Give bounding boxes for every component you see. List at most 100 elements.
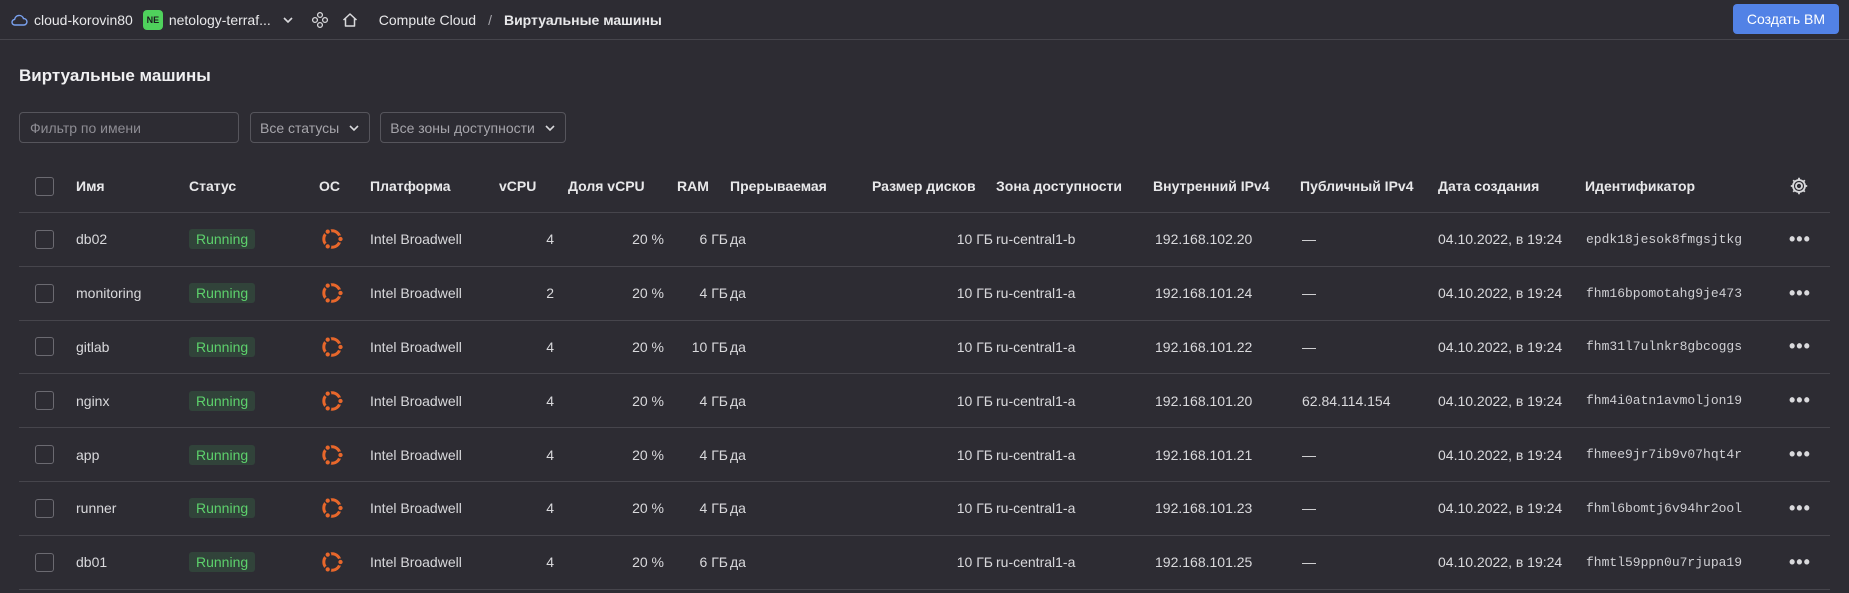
column-header-vcpu[interactable]: vCPU	[499, 160, 536, 212]
cell-public-ip: —	[1302, 446, 1316, 463]
table-row[interactable]: Running nginx Intel Broadwell 4 20 % 4 ГБ да 1…	[19, 374, 1830, 429]
cell-zone: ru-central1-a	[996, 392, 1076, 409]
status-filter-select[interactable]: Все статусы	[250, 112, 371, 143]
cell-disk-size: 10 ГБ	[956, 446, 993, 463]
select-all-cell	[35, 160, 54, 212]
cell-disk-size: 10 ГБ	[956, 338, 993, 355]
cell-disk-size: 10 ГБ	[956, 500, 993, 517]
row-select-cell	[35, 267, 54, 320]
cell-zone: ru-central1-a	[996, 500, 1076, 517]
row-actions-cell: •••	[1789, 267, 1811, 320]
ubuntu-icon	[322, 389, 345, 412]
cell-created: 04.10.2022, в 19:24	[1438, 500, 1563, 517]
home-icon[interactable]	[341, 11, 359, 29]
services-icon[interactable]	[311, 11, 329, 29]
more-actions-icon[interactable]: •••	[1789, 283, 1811, 304]
column-header-preemptible[interactable]: Прерываемая	[730, 160, 827, 212]
column-header-os[interactable]: ОС	[319, 160, 340, 212]
more-actions-icon[interactable]: •••	[1789, 229, 1811, 250]
row-checkbox[interactable]	[35, 391, 54, 411]
more-actions-icon[interactable]: •••	[1789, 552, 1811, 573]
page-title: Виртуальные машины	[19, 66, 211, 85]
column-header-public-ip[interactable]: Публичный IPv4	[1300, 160, 1413, 212]
row-checkbox[interactable]	[35, 283, 54, 303]
row-select-cell	[35, 374, 54, 427]
status-cell: Running	[189, 482, 256, 535]
cell-core-fraction: 20 %	[632, 231, 664, 248]
gear-icon[interactable]	[1789, 176, 1809, 196]
cell-ram: 4 ГБ	[699, 285, 728, 302]
row-actions-cell: •••	[1789, 482, 1811, 535]
chevron-down-icon[interactable]	[281, 13, 295, 27]
status-badge: Running	[189, 552, 256, 573]
breadcrumb-separator: /	[488, 11, 492, 28]
vm-table: Имя Статус ОС Платформа vCPU Доля vCPU R…	[19, 160, 1830, 590]
cell-ram: 4 ГБ	[699, 500, 728, 517]
breadcrumb-compute-cloud[interactable]: Compute Cloud	[379, 12, 476, 28]
cell-name[interactable]: nginx	[76, 374, 109, 427]
cell-name[interactable]: db02	[76, 213, 107, 266]
more-actions-icon[interactable]: •••	[1789, 498, 1811, 519]
cell-core-fraction: 20 %	[632, 392, 664, 409]
column-header-zone[interactable]: Зона доступности	[996, 160, 1122, 212]
table-row[interactable]: Running app Intel Broadwell 4 20 % 4 ГБ да 10 …	[19, 428, 1830, 482]
cell-name[interactable]: app	[76, 428, 99, 481]
status-cell: Running	[189, 374, 256, 427]
select-all-checkbox[interactable]	[35, 176, 54, 196]
row-actions-cell: •••	[1789, 428, 1811, 481]
column-header-status[interactable]: Статус	[189, 160, 236, 212]
zone-filter-select[interactable]: Все зоны доступности	[380, 112, 566, 143]
folder-selector[interactable]: netology-terraf...	[169, 12, 271, 28]
ubuntu-icon	[322, 443, 345, 466]
more-actions-icon[interactable]: •••	[1789, 336, 1811, 357]
cell-created: 04.10.2022, в 19:24	[1438, 231, 1563, 248]
column-header-disk-size[interactable]: Размер дисков	[872, 160, 976, 212]
table-row[interactable]: Running db02 Intel Broadwell 4 20 % 6 ГБ да 10…	[19, 213, 1830, 267]
row-select-cell	[35, 213, 54, 266]
column-header-internal-ip[interactable]: Внутренний IPv4	[1153, 160, 1270, 212]
row-checkbox[interactable]	[35, 229, 54, 249]
row-checkbox[interactable]	[35, 498, 54, 518]
column-header-name[interactable]: Имя	[76, 160, 105, 212]
table-row[interactable]: Running runner Intel Broadwell 4 20 % 4 ГБ да…	[19, 482, 1830, 536]
cell-ram: 10 ГБ	[691, 338, 728, 355]
cell-name[interactable]: runner	[76, 482, 116, 535]
cell-platform: Intel Broadwell	[370, 392, 462, 409]
column-header-id[interactable]: Идентификатор	[1585, 160, 1695, 212]
cell-disk-size: 10 ГБ	[956, 285, 993, 302]
cell-vcpu: 4	[546, 231, 554, 248]
table-row[interactable]: Running gitlab Intel Broadwell 4 20 % 10 ГБ д…	[19, 321, 1830, 375]
cloud-selector[interactable]: cloud-korovin80	[34, 12, 133, 28]
column-header-ram[interactable]: RAM	[677, 160, 709, 212]
os-cell	[318, 428, 346, 481]
os-cell	[318, 482, 346, 535]
create-vm-button[interactable]: Создать ВМ	[1732, 4, 1839, 34]
cell-name[interactable]: monitoring	[76, 267, 141, 320]
row-select-cell	[35, 321, 54, 374]
more-actions-icon[interactable]: •••	[1789, 390, 1811, 411]
status-cell: Running	[189, 267, 256, 320]
os-cell	[318, 213, 346, 266]
row-checkbox[interactable]	[35, 337, 54, 357]
row-checkbox[interactable]	[35, 445, 54, 465]
cell-disk-size: 10 ГБ	[956, 231, 993, 248]
name-filter-input[interactable]: Фильтр по имени	[19, 112, 239, 143]
os-cell	[318, 536, 346, 589]
column-header-core-fraction[interactable]: Доля vCPU	[568, 160, 645, 212]
row-actions-cell: •••	[1789, 213, 1811, 266]
cell-name[interactable]: db01	[76, 536, 107, 589]
more-actions-icon[interactable]: •••	[1789, 444, 1811, 465]
row-checkbox[interactable]	[35, 552, 54, 572]
cell-vcpu: 2	[546, 285, 554, 302]
cell-internal-ip: 192.168.101.22	[1155, 338, 1253, 355]
os-cell	[318, 267, 346, 320]
column-header-created[interactable]: Дата создания	[1438, 160, 1539, 212]
table-row[interactable]: Running db01 Intel Broadwell 4 20 % 6 ГБ да 10…	[19, 536, 1830, 590]
cell-internal-ip: 192.168.101.21	[1155, 446, 1253, 463]
cell-name[interactable]: gitlab	[76, 321, 109, 374]
table-row[interactable]: Running monitoring Intel Broadwell 2 20 % 4 …	[19, 267, 1830, 321]
os-cell	[318, 321, 346, 374]
cell-public-ip: —	[1302, 338, 1316, 355]
column-header-platform[interactable]: Платформа	[370, 160, 451, 212]
cell-core-fraction: 20 %	[632, 446, 664, 463]
